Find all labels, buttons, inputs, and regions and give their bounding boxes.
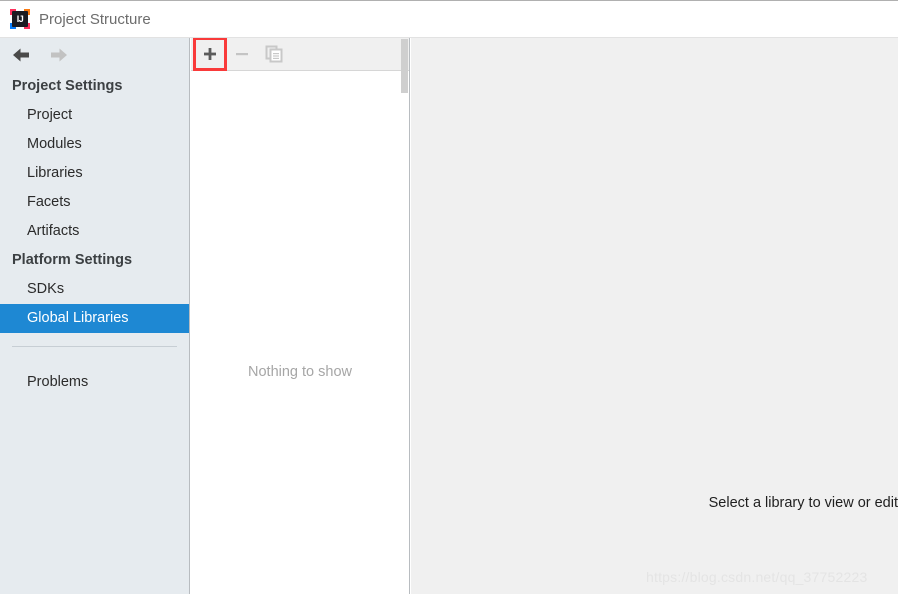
sidebar-item-artifacts[interactable]: Artifacts — [0, 217, 189, 246]
library-list-panel: Nothing to show — [191, 38, 410, 594]
sidebar-item-sdks[interactable]: SDKs — [0, 275, 189, 304]
empty-list-message: Nothing to show — [248, 364, 352, 380]
project-structure-window: IJ Project Structure Project Settings Pr… — [0, 0, 898, 594]
window-titlebar: IJ Project Structure — [0, 1, 898, 38]
add-library-button[interactable] — [193, 38, 227, 71]
app-icon-letters: IJ — [16, 14, 24, 24]
sidebar-group-platform-settings: Platform Settings — [12, 252, 133, 268]
plus-icon — [204, 48, 216, 60]
copy-library-button — [260, 40, 288, 68]
minus-icon — [236, 53, 248, 56]
library-list-scrollbar[interactable] — [401, 39, 408, 93]
sidebar-item-problems[interactable]: Problems — [0, 368, 189, 397]
library-list-toolbar — [191, 38, 409, 71]
intellij-idea-icon: IJ — [10, 9, 30, 29]
arrow-right-icon — [48, 45, 70, 65]
settings-sidebar: Project Settings Project Modules Librari… — [0, 38, 190, 594]
detail-placeholder-text: Select a library to view or edit — [708, 495, 898, 511]
arrow-left-icon[interactable] — [10, 45, 32, 65]
sidebar-item-libraries[interactable]: Libraries — [0, 159, 189, 188]
copy-icon — [265, 45, 283, 63]
sidebar-item-modules[interactable]: Modules — [0, 130, 189, 159]
sidebar-divider — [12, 346, 177, 347]
remove-library-button — [228, 40, 256, 68]
watermark-text: https://blog.csdn.net/qq_37752223 — [646, 569, 868, 585]
library-detail-panel: Select a library to view or edit https:/… — [411, 38, 898, 594]
sidebar-item-facets[interactable]: Facets — [0, 188, 189, 217]
sidebar-navigation-bar — [0, 38, 189, 72]
sidebar-item-global-libraries[interactable]: Global Libraries — [0, 304, 189, 333]
sidebar-group-project-settings: Project Settings — [12, 78, 123, 94]
window-title: Project Structure — [39, 10, 151, 28]
sidebar-item-project[interactable]: Project — [0, 101, 189, 130]
